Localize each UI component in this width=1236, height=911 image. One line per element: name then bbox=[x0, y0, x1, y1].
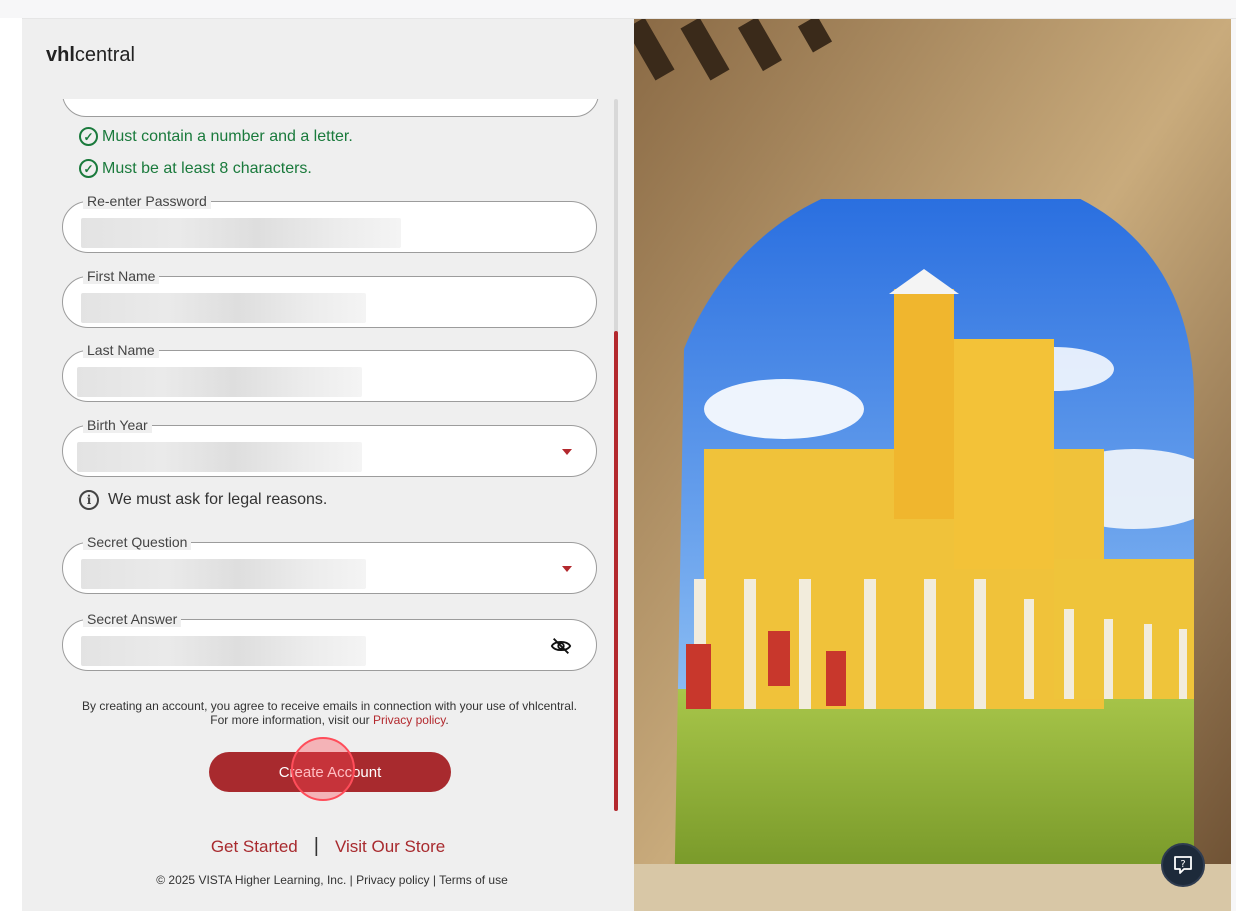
create-account-button[interactable]: Create Account bbox=[209, 752, 451, 792]
last-name-field[interactable]: Last Name bbox=[62, 342, 597, 402]
password-rule-number-letter: ✓ Must contain a number and a letter. bbox=[79, 127, 353, 146]
footer-privacy-link[interactable]: Privacy policy bbox=[356, 873, 429, 887]
first-name-field[interactable]: First Name bbox=[62, 268, 597, 328]
caret-down-icon[interactable] bbox=[562, 566, 572, 572]
reenter-password-value bbox=[81, 218, 401, 248]
legal-reason-note: i We must ask for legal reasons. bbox=[79, 490, 327, 510]
last-name-value bbox=[77, 367, 362, 397]
page-left-margin bbox=[0, 18, 23, 911]
check-circle-icon: ✓ bbox=[79, 127, 98, 146]
help-icon: ? bbox=[1174, 856, 1192, 874]
secret-question-select[interactable]: Secret Question bbox=[62, 534, 597, 594]
secret-answer-field[interactable]: Secret Answer bbox=[62, 611, 597, 671]
visit-store-link[interactable]: Visit Our Store bbox=[335, 837, 445, 857]
svg-text:?: ? bbox=[1180, 859, 1185, 870]
signup-form: ✓ Must contain a number and a letter. ✓ … bbox=[22, 99, 634, 834]
first-name-value bbox=[81, 293, 366, 323]
privacy-policy-link[interactable]: Privacy policy bbox=[373, 713, 445, 727]
password-field[interactable] bbox=[62, 99, 599, 117]
hero-photo-convent bbox=[634, 19, 1231, 911]
scrollbar-thumb[interactable] bbox=[614, 331, 618, 811]
caret-down-icon[interactable] bbox=[562, 449, 572, 455]
reenter-password-label: Re-enter Password bbox=[83, 193, 211, 209]
secret-question-value bbox=[81, 559, 366, 589]
first-name-label: First Name bbox=[83, 268, 160, 284]
vhlcentral-logo[interactable]: vhlcentral bbox=[46, 44, 135, 67]
help-chat-button[interactable]: ? bbox=[1161, 843, 1205, 887]
convent-arch-illustration bbox=[634, 19, 1231, 911]
info-icon: i bbox=[79, 490, 99, 510]
eye-off-icon[interactable] bbox=[550, 636, 572, 656]
birth-year-select[interactable]: Birth Year bbox=[62, 417, 597, 477]
legal-disclaimer: By creating an account, you agree to rec… bbox=[82, 699, 577, 727]
get-started-link[interactable]: Get Started bbox=[211, 837, 298, 857]
browser-top-strip bbox=[0, 0, 1236, 19]
secret-question-label: Secret Question bbox=[83, 534, 192, 550]
birth-year-label: Birth Year bbox=[83, 417, 152, 433]
signup-panel: vhlcentral ✓ Must contain a number and a… bbox=[22, 19, 634, 911]
terms-of-use-link[interactable]: Terms of use bbox=[439, 873, 508, 887]
birth-year-value bbox=[77, 442, 362, 472]
check-circle-icon: ✓ bbox=[79, 159, 98, 178]
secret-answer-value bbox=[81, 636, 366, 666]
secret-answer-label: Secret Answer bbox=[83, 611, 182, 627]
footer-separator: | bbox=[313, 835, 319, 857]
reenter-password-field[interactable]: Re-enter Password bbox=[62, 193, 597, 253]
password-rule-length: ✓ Must be at least 8 characters. bbox=[79, 159, 312, 178]
copyright-line: © 2025 VISTA Higher Learning, Inc. | Pri… bbox=[156, 873, 508, 887]
footer-links: Get Started | Visit Our Store bbox=[22, 835, 634, 858]
last-name-label: Last Name bbox=[83, 342, 159, 358]
